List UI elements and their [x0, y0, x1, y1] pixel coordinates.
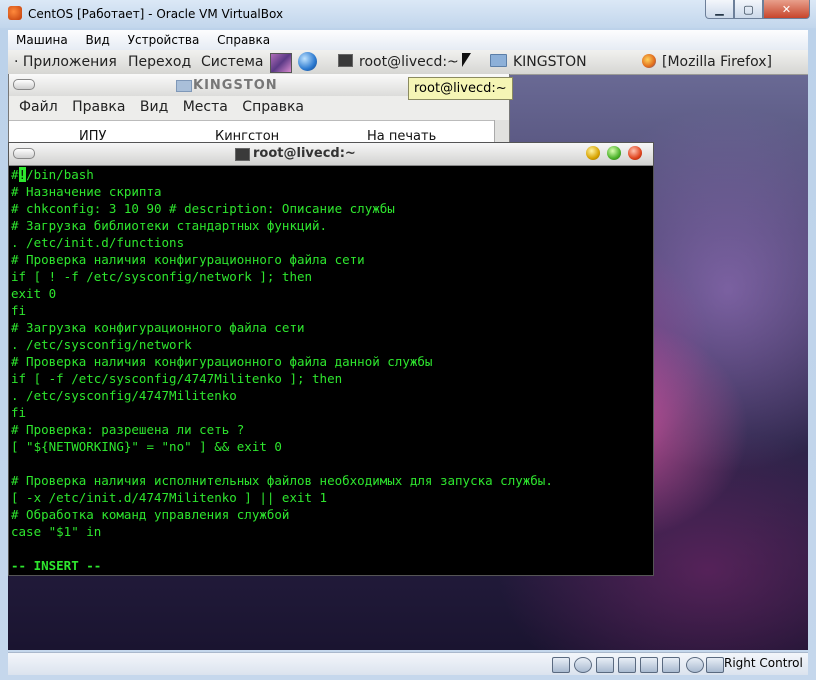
panel-applications[interactable]: · Приложения	[14, 54, 117, 70]
vb-window-title: CentOS [Работает] - Oracle VM VirtualBox	[28, 7, 284, 21]
terminal-text-area[interactable]: #!/bin/bash # Назначение скрипта # chkco…	[9, 166, 655, 575]
folder-icon	[176, 80, 192, 92]
terminal-line: fi	[11, 405, 27, 420]
maximize-button[interactable]: ▢	[734, 0, 763, 19]
hdd-icon[interactable]	[552, 657, 570, 673]
menu-devices[interactable]: Устройства	[120, 30, 206, 49]
window-menu-button[interactable]	[13, 148, 35, 159]
kmenu-help[interactable]: Справка	[242, 96, 304, 118]
kmenu-edit[interactable]: Правка	[72, 96, 125, 118]
terminal-line: # Проверка наличия исполнительных файлов…	[11, 473, 553, 488]
network-icon[interactable]	[618, 657, 636, 673]
panel-places[interactable]: Переход	[128, 54, 191, 70]
terminal-icon	[338, 54, 353, 67]
firefox-icon	[642, 54, 656, 68]
mouse-cursor-icon	[462, 53, 471, 67]
shared-folders-icon[interactable]	[640, 657, 658, 673]
terminal-line: exit 0	[11, 286, 57, 301]
task-kingston-label: KINGSTON	[513, 54, 587, 70]
task-firefox[interactable]: [Mozilla Firefox]	[642, 54, 772, 70]
terminal-line: # chkconfig: 3 10 90 # description: Опис…	[11, 201, 395, 216]
gnome-top-panel: · Приложения Переход Система root@livecd…	[8, 50, 808, 75]
line-text: #	[11, 167, 19, 182]
terminal-line: # Обработка команд управления службой	[11, 507, 290, 522]
vb-statusbar: Right Control	[8, 652, 808, 675]
terminal-line: # Проверка наличия конфигурационного фай…	[11, 252, 365, 267]
panel-system[interactable]: Система	[201, 54, 263, 70]
menu-view[interactable]: Вид	[78, 30, 116, 49]
terminal-line: [ -x /etc/init.d/4747Militenko ] || exit…	[11, 490, 328, 505]
terminal-line: #!/bin/bash	[11, 166, 655, 183]
line-text: /bin/bash	[26, 167, 94, 182]
terminal-line: fi	[11, 303, 27, 318]
virtualbox-icon	[8, 6, 22, 20]
terminal-line: [ "${NETWORKING}" = "no" ] && exit 0	[11, 439, 282, 454]
task-terminal-label: root@livecd:~	[359, 54, 459, 70]
kmenu-view[interactable]: Вид	[140, 96, 168, 118]
launcher-image-icon[interactable]	[270, 53, 292, 73]
host-key-icon[interactable]	[706, 657, 724, 673]
mouse-integration-icon[interactable]	[686, 657, 704, 673]
terminal-title: root@livecd:~	[253, 146, 356, 161]
minimize-button[interactable]	[586, 146, 600, 160]
kmenu-file[interactable]: Файл	[19, 96, 58, 118]
capture-icon[interactable]	[662, 657, 680, 673]
window-menu-button[interactable]	[13, 79, 35, 90]
tooltip: root@livecd:~	[408, 77, 513, 100]
menu-help[interactable]: Справка	[209, 30, 276, 49]
close-button[interactable]	[628, 146, 642, 160]
task-kingston[interactable]: KINGSTON	[490, 54, 587, 70]
text-cursor: !	[18, 167, 27, 182]
terminal-line: # Загрузка библиотеки стандартных функци…	[11, 218, 328, 233]
usb-icon[interactable]	[596, 657, 614, 673]
terminal-line: . /etc/init.d/functions	[11, 235, 185, 250]
close-button[interactable]: ✕	[763, 0, 810, 19]
task-terminal[interactable]: root@livecd:~	[338, 54, 459, 70]
terminal-line: # Проверка: разрешена ли сеть ?	[11, 422, 245, 437]
minimize-button[interactable]: ▁	[705, 0, 734, 19]
folder-icon	[490, 54, 507, 67]
guest-screen[interactable]: · Приложения Переход Система root@livecd…	[8, 50, 808, 650]
terminal-line: if [ ! -f /etc/sysconfig/network ]; then	[11, 269, 313, 284]
terminal-titlebar[interactable]: root@livecd:~	[9, 143, 653, 166]
maximize-button[interactable]	[607, 146, 621, 160]
virtualbox-window: CentOS [Работает] - Oracle VM VirtualBox…	[0, 0, 816, 680]
vb-titlebar[interactable]: CentOS [Работает] - Oracle VM VirtualBox…	[0, 0, 816, 28]
terminal-line: if [ -f /etc/sysconfig/4747Militenko ]; …	[11, 371, 343, 386]
terminal-line: # Назначение скрипта	[11, 184, 162, 199]
launcher-browser-icon[interactable]	[298, 52, 317, 71]
vb-menubar: Машина Вид Устройства Справка	[8, 30, 808, 51]
terminal-window: root@livecd:~ #!/bin/bash # Назначение с…	[8, 142, 654, 576]
kmenu-places[interactable]: Места	[183, 96, 228, 118]
task-firefox-label: [Mozilla Firefox]	[662, 54, 772, 70]
terminal-line: . /etc/sysconfig/network	[11, 337, 192, 352]
host-key-label: Right Control	[724, 656, 803, 670]
terminal-line: # Проверка наличия конфигурационного фай…	[11, 354, 433, 369]
menu-machine[interactable]: Машина	[8, 30, 74, 49]
terminal-line: # Загрузка конфигурационного файла сети	[11, 320, 305, 335]
kingston-title: KINGSTON	[193, 78, 278, 93]
terminal-icon	[235, 148, 250, 161]
vim-mode-line: -- INSERT --	[11, 558, 102, 573]
cd-icon[interactable]	[574, 657, 592, 673]
terminal-line: . /etc/sysconfig/4747Militenko	[11, 388, 237, 403]
terminal-line: case "$1" in	[11, 524, 102, 539]
